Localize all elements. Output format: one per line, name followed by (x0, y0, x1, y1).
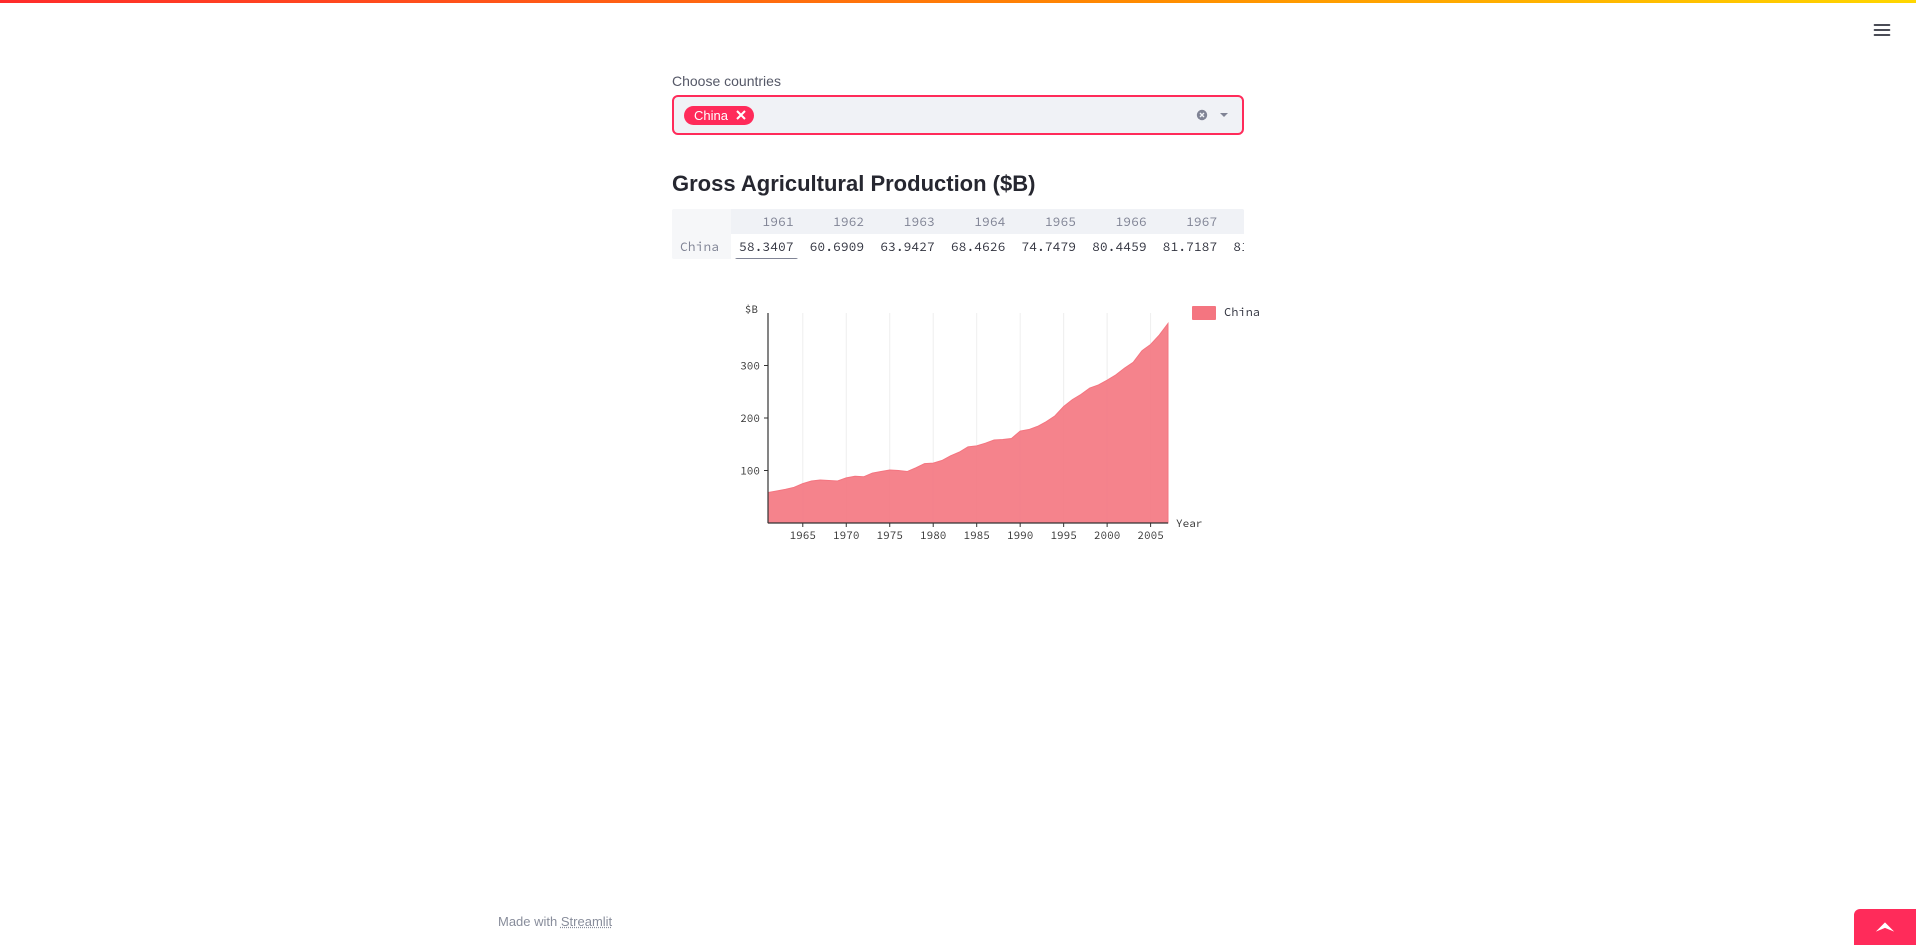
svg-text:1995: 1995 (1050, 529, 1076, 543)
dropdown-toggle[interactable] (1216, 107, 1232, 123)
col-header: 1964 (943, 209, 1014, 234)
legend-swatch (1192, 306, 1216, 320)
col-header: 1965 (1013, 209, 1084, 234)
close-icon (736, 110, 746, 120)
footer-link[interactable]: Streamlit (561, 914, 612, 929)
legend-item: China (1192, 305, 1260, 320)
cell[interactable]: 58.3407 (731, 234, 802, 259)
svg-text:2005: 2005 (1137, 529, 1163, 543)
svg-text:1970: 1970 (833, 529, 859, 543)
cell[interactable]: 63.9427 (872, 234, 943, 259)
main-menu-button[interactable] (1866, 14, 1898, 46)
clear-all-button[interactable] (1194, 107, 1210, 123)
area-chart[interactable]: 100 200 300 1965 1970 1975 1980 1985 1990 1995 200… (732, 303, 1172, 558)
streamlit-badge[interactable] (1854, 909, 1916, 945)
table-row[interactable]: China 58.3407 60.6909 63.9427 68.4626 74… (672, 234, 1244, 259)
cell[interactable]: 68.4626 (943, 234, 1014, 259)
multiselect-label: Choose countries (672, 73, 1244, 89)
svg-text:1975: 1975 (877, 529, 903, 543)
section-title: Gross Agricultural Production ($B) (672, 171, 1244, 197)
data-table[interactable]: 1961 1962 1963 1964 1965 1966 1967 1968 … (672, 209, 1244, 259)
cell[interactable]: 81.4748 (1225, 234, 1244, 259)
col-header: 1961 (731, 209, 802, 234)
col-header: 1962 (802, 209, 873, 234)
svg-text:$B: $B (745, 303, 759, 317)
footer: Made with Streamlit (498, 914, 612, 929)
svg-text:2000: 2000 (1094, 529, 1120, 543)
col-header: 1963 (872, 209, 943, 234)
cell[interactable]: 80.4459 (1084, 234, 1155, 259)
selected-tag-china[interactable]: China (684, 106, 754, 125)
multiselect-input[interactable] (760, 107, 780, 123)
chevron-down-icon (1218, 109, 1230, 121)
svg-text:100: 100 (740, 465, 760, 479)
cell[interactable]: 60.6909 (802, 234, 873, 259)
country-multiselect[interactable]: China (672, 95, 1244, 135)
col-header: 1968 (1225, 209, 1244, 234)
col-header: 1966 (1084, 209, 1155, 234)
hamburger-icon (1872, 20, 1892, 40)
row-label: China (672, 234, 731, 259)
svg-text:1965: 1965 (790, 529, 816, 543)
footer-text: Made with (498, 914, 561, 929)
svg-text:300: 300 (740, 360, 760, 374)
tag-label: China (694, 108, 728, 123)
table-header-row: 1961 1962 1963 1964 1965 1966 1967 1968 (672, 209, 1244, 234)
remove-tag-button[interactable] (734, 108, 748, 122)
x-circle-icon (1196, 109, 1208, 121)
legend-label: China (1224, 305, 1260, 320)
cell[interactable]: 81.7187 (1155, 234, 1226, 259)
svg-text:200: 200 (740, 412, 760, 426)
chart-canvas: 100 200 300 1965 1970 1975 1980 1985 1990 1995 200… (732, 303, 1172, 553)
cell[interactable]: 74.7479 (1013, 234, 1084, 259)
svg-text:1990: 1990 (1007, 529, 1033, 543)
col-header: 1967 (1155, 209, 1226, 234)
svg-text:1985: 1985 (963, 529, 989, 543)
svg-text:1980: 1980 (920, 529, 946, 543)
streamlit-icon (1874, 918, 1896, 936)
